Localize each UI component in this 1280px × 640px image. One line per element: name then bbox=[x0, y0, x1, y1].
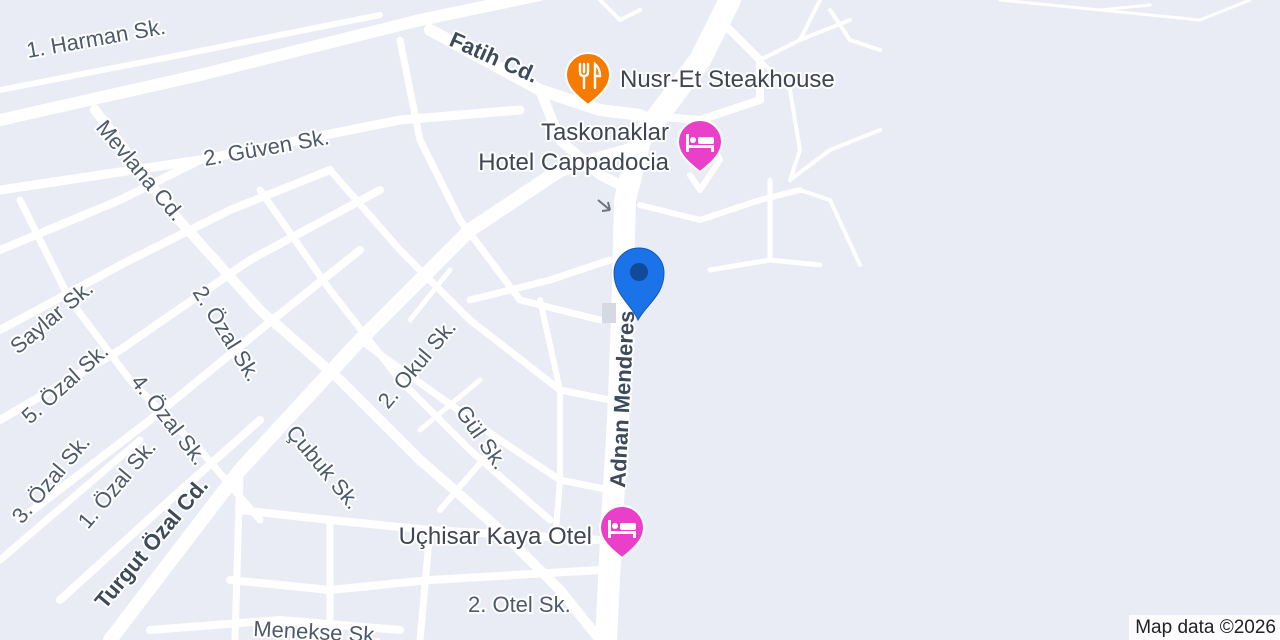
poi-label-taskonaklar-line1: Taskonaklar bbox=[541, 119, 669, 146]
map-attribution[interactable]: Map data ©2026 bbox=[1129, 615, 1280, 640]
poi-label-uchisar-kaya: Uçhisar Kaya Otel bbox=[399, 523, 592, 550]
poi-label-taskonaklar-line2: Hotel Cappadocia bbox=[478, 149, 669, 176]
poi-label-nusr-et: Nusr-Et Steakhouse bbox=[620, 66, 835, 93]
street-label-2-otel: 2. Otel Sk. bbox=[468, 592, 571, 617]
map-base: 1. Harman Sk. Fatih Cd. 2. Güven Sk. Mev… bbox=[0, 0, 1280, 640]
map-canvas[interactable]: 1. Harman Sk. Fatih Cd. 2. Güven Sk. Mev… bbox=[0, 0, 1280, 640]
